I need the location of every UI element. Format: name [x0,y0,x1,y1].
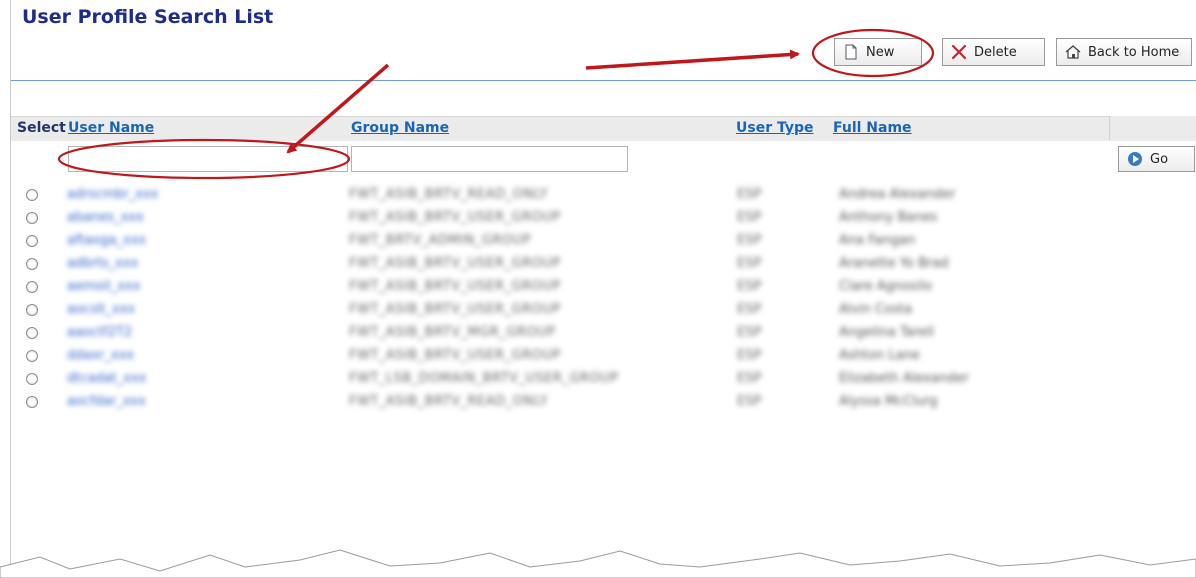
group-name-cell: FWT_ASIB_BRTV_USER_GROUP [349,210,561,225]
table-row: ddaxr_xxx FWT_ASIB_BRTV_USER_GROUP ESP Asht… [11,346,1196,369]
user-type-cell: ESP [737,187,762,202]
user-type-cell: ESP [737,325,762,340]
user-name-link[interactable]: adrscmbr_xxx [67,187,158,202]
user-name-link[interactable]: aemoil_xxx [67,279,140,294]
row-select-radio[interactable] [26,373,38,385]
back-to-home-button[interactable]: Back to Home [1056,38,1192,66]
group-name-cell: FWT_ASIB_BRTV_USER_GROUP [349,302,561,317]
user-type-cell: ESP [737,348,762,363]
back-to-home-label: Back to Home [1088,44,1180,60]
page-title: User Profile Search List [22,6,274,28]
full-name-cell: Elizabeth Alexander [839,371,969,386]
user-type-cell: ESP [737,302,762,317]
group-name-cell: FWT_LSB_DOMAIN_BRTV_USER_GROUP [349,371,619,386]
group-name-cell: FWT_ASIB_BRTV_USER_GROUP [349,279,561,294]
new-button-label: New [866,44,895,60]
user-name-link[interactable]: abanes_xxx [67,210,144,225]
go-button-label: Go [1150,151,1169,167]
full-name-cell: Angelina Tarell [839,325,934,340]
user-name-link[interactable]: aaoctf2T2 [67,325,132,340]
full-name-cell: Andrea Alexander [839,187,956,202]
full-name-cell: Anthony Banes [839,210,938,225]
row-select-radio[interactable] [26,350,38,362]
row-select-radio[interactable] [26,327,38,339]
go-button[interactable]: Go [1118,146,1195,172]
table-row: dtcadat_xxx FWT_LSB_DOMAIN_BRTV_USER_GROU… [11,369,1196,392]
row-select-radio[interactable] [26,212,38,224]
full-name-cell: Aranette Yo Brad [839,256,949,271]
row-select-radio[interactable] [26,189,38,201]
group-name-cell: FWT_ASIB_BRTV_READ_ONLY [349,394,549,409]
user-type-cell: ESP [737,256,762,271]
user-name-link[interactable]: aftaoga_xxx [67,233,146,248]
table-row: aocslt_xxx FWT_ASIB_BRTV_USER_GROUP ESP Alv… [11,300,1196,323]
header-action-cell [1109,116,1196,140]
table-row: aemoil_xxx FWT_ASIB_BRTV_USER_GROUP ESP Cla… [11,277,1196,300]
full-name-cell: Ana Fangan [839,233,916,248]
table-row: adbrts_xxx FWT_ASIB_BRTV_USER_GROUP ESP Ara… [11,254,1196,277]
group-name-cell: FWT_ASIB_BRTV_USER_GROUP [349,348,561,363]
user-name-link[interactable]: ddaxr_xxx [67,348,134,363]
user-name-link[interactable]: adbrts_xxx [67,256,138,271]
group-name-cell: FWT_ASIB_BRTV_READ_ONLY [349,187,549,202]
user-type-cell: ESP [737,394,762,409]
group-name-filter-input[interactable] [351,146,628,172]
group-name-cell: FWT_BRTV_ADMIN_GROUP [349,233,531,248]
table-row: aocfdar_xxx FWT_ASIB_BRTV_READ_ONLY ESP Aly… [11,392,1196,415]
full-name-cell: Ashton Lane [839,348,920,363]
header-divider [11,80,1196,81]
table-row: aaoctf2T2 FWT_ASIB_BRTV_MGR_GROUP ESP Angel… [11,323,1196,346]
column-full-name[interactable]: Full Name [833,120,912,136]
user-type-cell: ESP [737,279,762,294]
row-select-radio[interactable] [26,258,38,270]
delete-button[interactable]: Delete [942,38,1045,66]
row-select-radio[interactable] [26,304,38,316]
table-row: adrscmbr_xxx FWT_ASIB_BRTV_READ_ONLY ESP An… [11,185,1196,208]
user-type-cell: ESP [737,233,762,248]
group-name-cell: FWT_ASIB_BRTV_MGR_GROUP [349,325,556,340]
column-user-type[interactable]: User Type [736,120,814,136]
delete-x-icon [951,44,967,60]
page-frame: User Profile Search List New Delete Back… [10,0,1196,578]
torn-edge-decoration [0,549,1196,578]
home-icon [1065,44,1081,60]
row-select-radio[interactable] [26,396,38,408]
new-button[interactable]: New [834,38,922,66]
user-name-link[interactable]: aocfdar_xxx [67,394,146,409]
user-name-link[interactable]: aocslt_xxx [67,302,135,317]
row-select-radio[interactable] [26,281,38,293]
table-row: aftaoga_xxx FWT_BRTV_ADMIN_GROUP ESP Ana Fa… [11,231,1196,254]
table-row: abanes_xxx FWT_ASIB_BRTV_USER_GROUP ESP Ant… [11,208,1196,231]
column-select: Select [17,120,66,136]
user-type-cell: ESP [737,371,762,386]
group-name-cell: FWT_ASIB_BRTV_USER_GROUP [349,256,561,271]
go-arrow-icon [1128,152,1142,166]
user-name-filter-input[interactable] [68,146,348,172]
full-name-cell: Alvin Costa [839,302,913,317]
table-header: Select User Name Group Name User Type Fu… [11,116,1196,141]
user-type-cell: ESP [737,210,762,225]
user-name-link[interactable]: dtcadat_xxx [67,371,146,386]
column-group-name[interactable]: Group Name [351,120,449,136]
full-name-cell: Alyssa McClurg [839,394,938,409]
new-document-icon [843,44,859,60]
row-select-radio[interactable] [26,235,38,247]
delete-button-label: Delete [974,44,1017,60]
full-name-cell: Clare Agnosilo [839,279,933,294]
column-user-name[interactable]: User Name [68,120,154,136]
